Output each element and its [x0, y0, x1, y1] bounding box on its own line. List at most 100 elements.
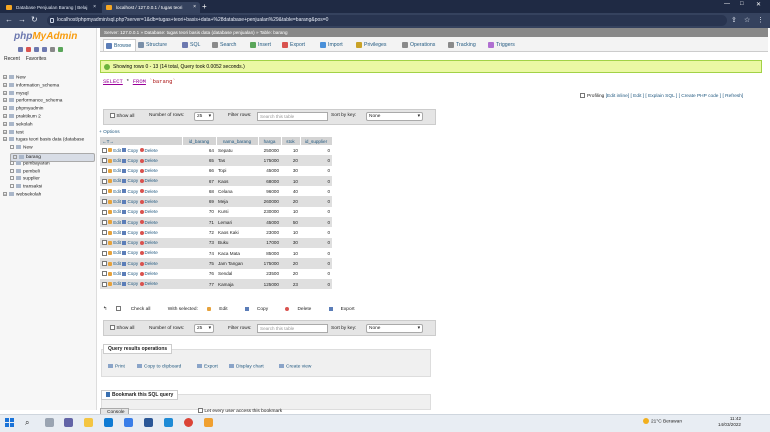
cell-nama-barang[interactable]: Lemari	[216, 217, 258, 228]
browser-tab-2[interactable]: localhost / 127.0.0.1 / tugas teori ×	[102, 2, 200, 13]
row-copy-button[interactable]: Copy	[122, 220, 138, 225]
column-header-id-supplier[interactable]: id_supplier	[300, 137, 333, 145]
profiling-checkbox[interactable]	[580, 93, 585, 98]
cell-id-supplier[interactable]: 0	[300, 268, 332, 279]
row-checkbox[interactable]	[102, 250, 107, 256]
row-copy-button[interactable]: Copy	[122, 271, 138, 276]
table-row[interactable]: Edit Copy Delete 71 Lemari 45000 50 0	[100, 217, 332, 228]
row-delete-button[interactable]: Delete	[139, 261, 158, 266]
cell-harga[interactable]: 230000	[258, 206, 281, 218]
tree-branch-icon[interactable]	[10, 184, 14, 189]
row-copy-button[interactable]: Copy	[122, 158, 138, 163]
windows-start-icon[interactable]	[5, 418, 14, 427]
cell-nama-barang[interactable]: Sepatu	[216, 145, 258, 156]
url-field[interactable]: localhost/phpmyadmin/sql.php?server=1&db…	[47, 15, 727, 26]
row-copy-button[interactable]: Copy	[122, 230, 138, 235]
filter-rows-input-bottom[interactable]: Search this table	[257, 324, 328, 333]
row-checkbox[interactable]	[102, 219, 107, 225]
cell-id-barang[interactable]: 70	[182, 206, 216, 218]
table-row[interactable]: Edit Copy Delete 65 Tas 175000 20 0	[100, 155, 332, 166]
cell-stok[interactable]: 10	[281, 206, 300, 218]
cell-harga[interactable]: 23500	[258, 268, 281, 279]
tab-browse[interactable]: Browse	[103, 39, 137, 51]
row-delete-button[interactable]: Delete	[139, 230, 158, 235]
expand-icon[interactable]: +	[3, 121, 7, 126]
cell-id-barang[interactable]: 74	[182, 247, 216, 259]
profiling-links[interactable]: [Edit inline] [ Edit ] [ Explain SQL ] […	[606, 94, 744, 99]
table-row[interactable]: Edit Copy Delete 66 Topi 45000 30 0	[100, 165, 332, 176]
row-copy-button[interactable]: Copy	[122, 178, 138, 183]
number-of-rows-select[interactable]: 25 ▾	[194, 112, 214, 121]
docs-icon[interactable]	[42, 47, 47, 52]
expand-icon[interactable]: +	[3, 192, 7, 196]
tab-tracking[interactable]: Tracking	[448, 39, 476, 51]
column-header-nama-barang[interactable]: nama_barang	[216, 137, 259, 145]
row-checkbox[interactable]	[102, 168, 107, 174]
show-all-checkbox[interactable]	[110, 325, 115, 330]
tree-branch-icon[interactable]	[10, 176, 14, 181]
row-checkbox[interactable]	[102, 147, 107, 153]
tab-import[interactable]: Import	[320, 39, 343, 51]
cell-harga[interactable]: 175000	[258, 155, 281, 166]
expand-icon[interactable]: +	[3, 75, 7, 79]
row-delete-button[interactable]: Delete	[139, 168, 158, 173]
cell-id-supplier[interactable]: 0	[300, 206, 332, 218]
let-every-user[interactable]: Let every user access this bookmark	[198, 408, 282, 414]
options-link[interactable]: + Options	[99, 130, 120, 135]
expand-icon[interactable]: +	[3, 90, 7, 95]
column-header-harga[interactable]: harga	[258, 137, 282, 145]
cell-id-supplier[interactable]: 0	[300, 155, 332, 166]
browser-tab-1[interactable]: Database Penjualan Barang | Belaj ×	[2, 2, 100, 13]
tree-branch-icon[interactable]	[10, 160, 14, 165]
bulk-copy-button[interactable]: Copy	[244, 306, 276, 312]
cell-nama-barang[interactable]: Kamaja	[216, 278, 258, 290]
row-delete-button[interactable]: Delete	[139, 250, 158, 255]
maximize-icon[interactable]: □	[740, 1, 744, 7]
table-row[interactable]: Edit Copy Delete 72 Kaos Kaki 23000 10 0	[100, 227, 332, 238]
help-icon[interactable]	[34, 47, 39, 52]
expand-icon[interactable]: +	[3, 82, 7, 87]
chrome-icon[interactable]	[184, 418, 193, 427]
weather-widget[interactable]: 21°C Berawan	[643, 418, 682, 424]
create-view-link[interactable]: Create view	[279, 364, 311, 369]
sidebar-item[interactable]: New	[10, 145, 95, 150]
row-delete-button[interactable]: Delete	[139, 240, 158, 245]
row-copy-button[interactable]: Copy	[122, 209, 138, 214]
cell-harga[interactable]: 23000	[258, 227, 281, 238]
cell-nama-barang[interactable]: Buku	[216, 237, 258, 248]
sort-by-key-select-bottom[interactable]: None ▾	[366, 324, 423, 333]
word-icon[interactable]	[144, 418, 153, 427]
system-clock[interactable]: 11:42 14/03/2022	[718, 416, 741, 428]
reload-icon[interactable]: ↻	[31, 15, 38, 25]
cell-id-barang[interactable]: 66	[182, 165, 216, 176]
row-copy-button[interactable]: Copy	[122, 148, 138, 153]
cell-stok[interactable]: 23	[281, 278, 300, 290]
row-copy-button[interactable]: Copy	[122, 281, 138, 286]
bulk-edit-button[interactable]: Edit	[207, 306, 235, 312]
cell-stok[interactable]: 20	[281, 268, 300, 279]
cell-id-supplier[interactable]: 0	[300, 258, 332, 269]
cell-stok[interactable]: 20	[281, 155, 300, 166]
cell-id-barang[interactable]: 65	[182, 155, 216, 166]
copy-clipboard-link[interactable]: Copy to clipboard	[137, 364, 181, 369]
breadcrumb[interactable]: Server: 127.0.0.1 » Database: tugas teor…	[100, 28, 768, 37]
row-copy-button[interactable]: Copy	[122, 250, 138, 255]
expand-icon[interactable]: +	[3, 129, 7, 134]
cell-harga[interactable]: 250000	[258, 145, 281, 156]
cell-nama-barang[interactable]: Tas	[216, 155, 258, 166]
row-edit-button[interactable]: Edit	[108, 199, 121, 204]
row-checkbox[interactable]	[102, 281, 107, 287]
sidebar-item[interactable]: + websekolah	[3, 192, 95, 197]
table-row[interactable]: Edit Copy Delete 76 Sendal 23500 20 0	[100, 268, 332, 279]
cell-stok[interactable]: 10	[281, 247, 300, 259]
tree-branch-icon[interactable]	[10, 145, 14, 150]
sidebar-item[interactable]: + phpmyadmin	[3, 106, 95, 111]
row-delete-button[interactable]: Delete	[139, 281, 158, 286]
sidebar-item[interactable]: transaksi	[10, 184, 95, 189]
share-icon[interactable]: ⇪	[731, 16, 737, 24]
tree-branch-icon[interactable]	[10, 168, 14, 173]
cell-id-supplier[interactable]: 0	[300, 165, 332, 176]
cell-stok[interactable]: 30	[281, 165, 300, 176]
cell-id-supplier[interactable]: 0	[300, 186, 332, 197]
row-checkbox[interactable]	[102, 209, 107, 215]
